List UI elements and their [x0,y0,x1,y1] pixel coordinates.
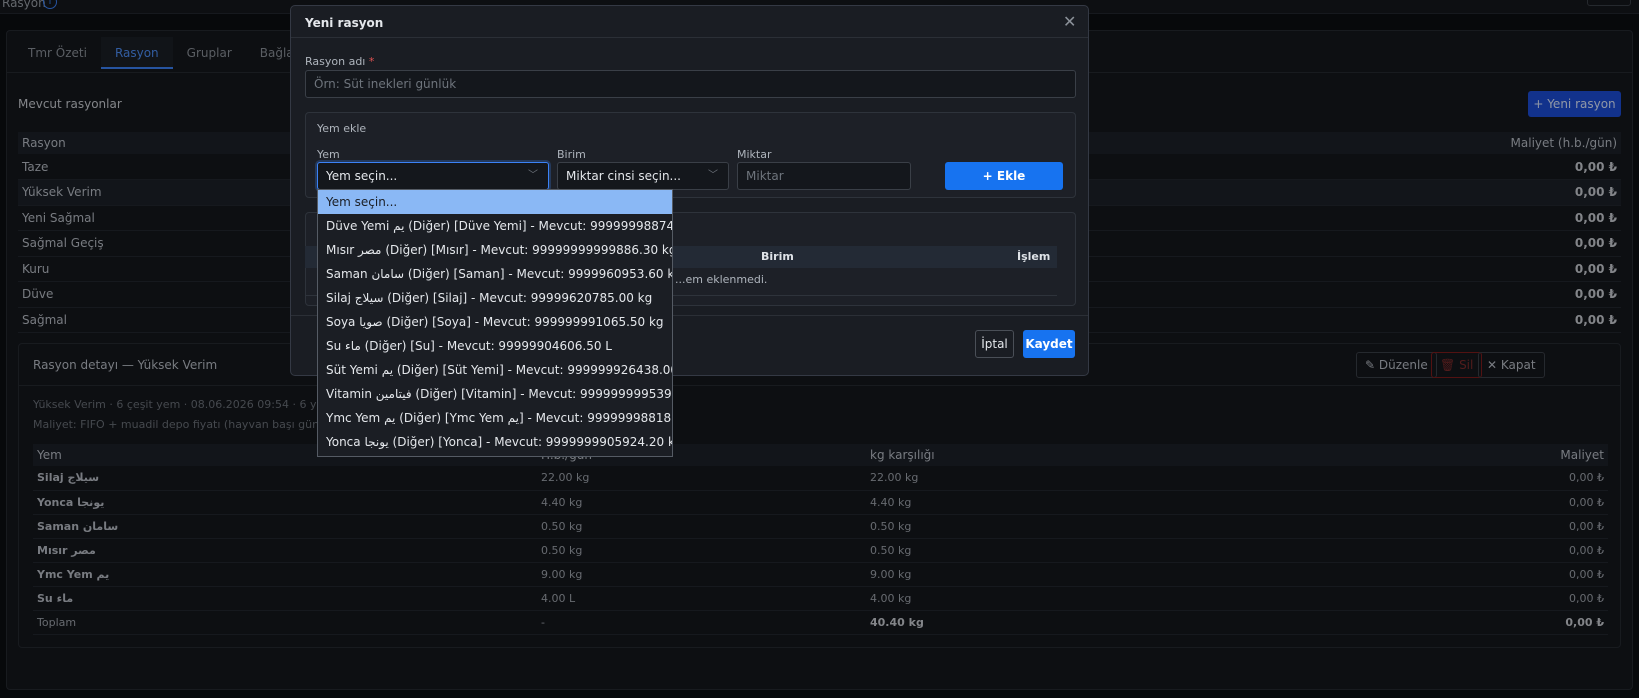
add-feed-title: Yem ekle [317,122,367,135]
add-feed-button[interactable]: + Ekle [945,162,1063,190]
chevron-down-icon: ﹀ [708,170,718,181]
feed-dropdown-list: Yem seçin... Düve Yemi يم (Diğer) [Düve … [317,189,673,457]
feed-select[interactable]: Yem seçin... ﹀ [317,162,549,190]
dropdown-option[interactable]: Ymc Yem يم (Diğer) [Ymc Yem يم] - Mevcut… [318,406,672,430]
dropdown-option[interactable]: Soya صويا (Diğer) [Soya] - Mevcut: 99999… [318,310,672,334]
unit-select[interactable]: Miktar cinsi seçin... ﹀ [557,162,729,190]
unit-select-value: Miktar cinsi seçin... [566,169,681,183]
empty-message: ...em eklenmedi. [675,273,768,286]
chevron-down-icon: ﹀ [528,170,538,181]
dropdown-option[interactable]: Düve Yemi يم (Diğer) [Düve Yemi] - Mevcu… [318,214,672,238]
ration-name-label: Rasyon adı * [305,55,374,68]
dropdown-option[interactable]: Su ماء (Diğer) [Su] - Mevcut: 9999990460… [318,334,672,358]
save-button[interactable]: Kaydet [1023,330,1075,358]
column-header-unit: Birim [761,250,794,263]
close-icon[interactable]: ✕ [1063,12,1076,31]
ration-name-input[interactable]: Örn: Süt inekleri günlük [305,70,1076,98]
ration-name-label-text: Rasyon adı [305,55,366,68]
required-mark: * [368,55,375,68]
dropdown-option[interactable]: Silaj سيلاج (Diğer) [Silaj] - Mevcut: 99… [318,286,672,310]
column-header-action: İşlem [1017,250,1051,263]
qty-label: Miktar [737,148,772,161]
dropdown-option[interactable]: Mısır مصر (Diğer) [Mısır] - Mevcut: 9999… [318,238,672,262]
feed-label: Yem [317,148,340,161]
cancel-button[interactable]: İptal [975,330,1014,358]
dropdown-option[interactable]: Yem seçin... [318,190,672,214]
dropdown-option[interactable]: Yonca يونجا (Diğer) [Yonca] - Mevcut: 99… [318,430,672,454]
dropdown-option[interactable]: Süt Yemi يم (Diğer) [Süt Yemi] - Mevcut:… [318,358,672,382]
quantity-input[interactable]: Miktar [737,162,911,190]
dropdown-option[interactable]: Saman سامان (Diğer) [Saman] - Mevcut: 99… [318,262,672,286]
modal-title: Yeni rasyon [305,16,384,30]
feed-select-value: Yem seçin... [326,169,398,183]
unit-label: Birim [557,148,586,161]
modal-header: Yeni rasyon ✕ [291,6,1088,38]
dropdown-option[interactable]: Vitamin فيتامين (Diğer) [Vitamin] - Mevc… [318,382,672,406]
